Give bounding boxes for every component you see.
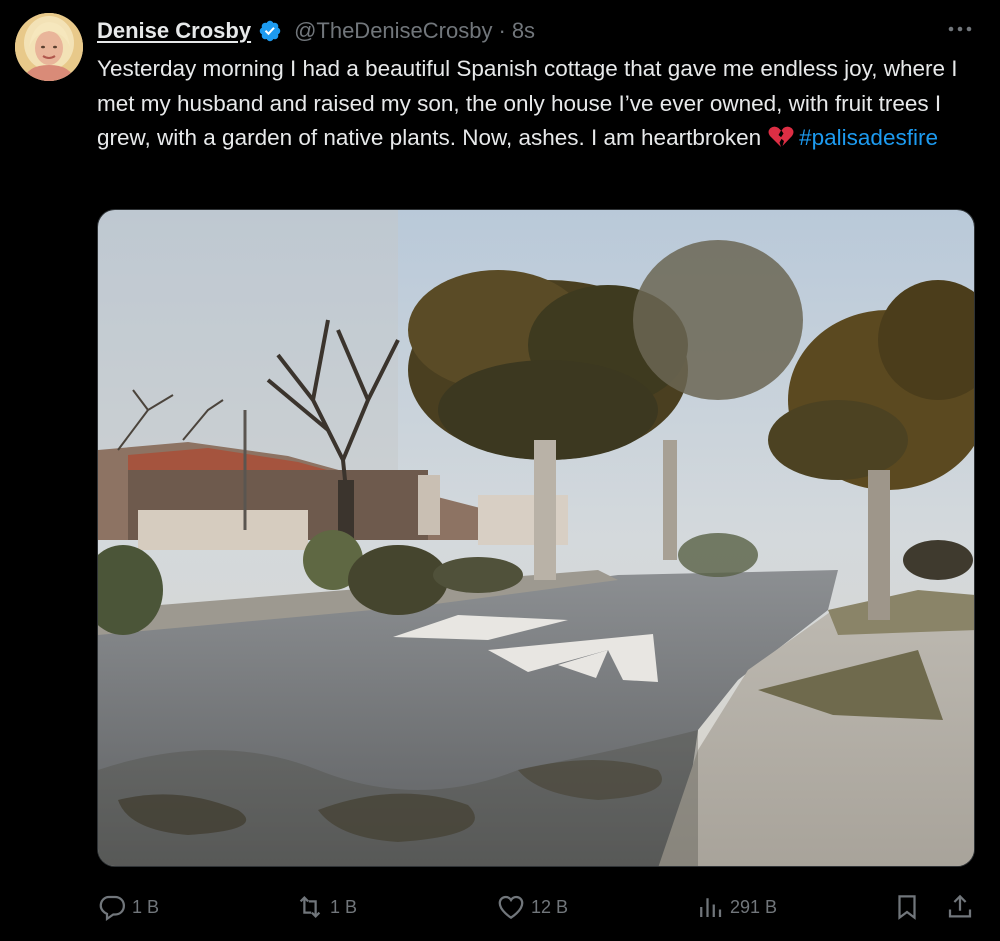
- avatar[interactable]: [15, 13, 83, 81]
- retweet-count: 1 B: [330, 896, 358, 917]
- tweet-text: Yesterday morning I had a beautiful Span…: [97, 52, 977, 156]
- avatar-image: [15, 13, 83, 81]
- verified-badge-icon[interactable]: [258, 19, 282, 43]
- bookmark-icon: [898, 895, 916, 920]
- author-handle[interactable]: @TheDeniseCrosby: [294, 18, 492, 44]
- tweet-header: Denise Crosby @TheDeniseCrosby · 8s: [97, 14, 535, 48]
- tweet-actions: 1 B 1 B 12 B 291 B: [97, 885, 977, 929]
- tweet-timestamp[interactable]: 8s: [512, 18, 535, 44]
- tweet-photo[interactable]: [97, 209, 975, 867]
- reply-button[interactable]: 1 B: [97, 885, 159, 929]
- views-count: 291 B: [730, 896, 778, 917]
- reply-icon: [99, 895, 126, 922]
- views-button[interactable]: 291 B: [695, 885, 777, 929]
- burned-street-photo: [98, 210, 974, 866]
- heart-icon: [498, 895, 524, 919]
- share-button[interactable]: [945, 885, 975, 929]
- reply-count: 1 B: [132, 896, 160, 917]
- like-count: 12 B: [531, 896, 569, 917]
- views-icon: [700, 898, 722, 917]
- broken-heart-icon: [767, 125, 795, 149]
- retweet-button[interactable]: 1 B: [295, 885, 357, 929]
- author-display-name[interactable]: Denise Crosby: [97, 18, 251, 44]
- hashtag-link[interactable]: #palisadesfire: [799, 125, 938, 150]
- retweet-icon: [299, 896, 321, 918]
- like-button[interactable]: 12 B: [496, 885, 568, 929]
- share-icon: [948, 894, 972, 918]
- bookmark-button[interactable]: [892, 885, 922, 929]
- more-icon[interactable]: [945, 18, 975, 40]
- separator-dot: ·: [498, 18, 506, 43]
